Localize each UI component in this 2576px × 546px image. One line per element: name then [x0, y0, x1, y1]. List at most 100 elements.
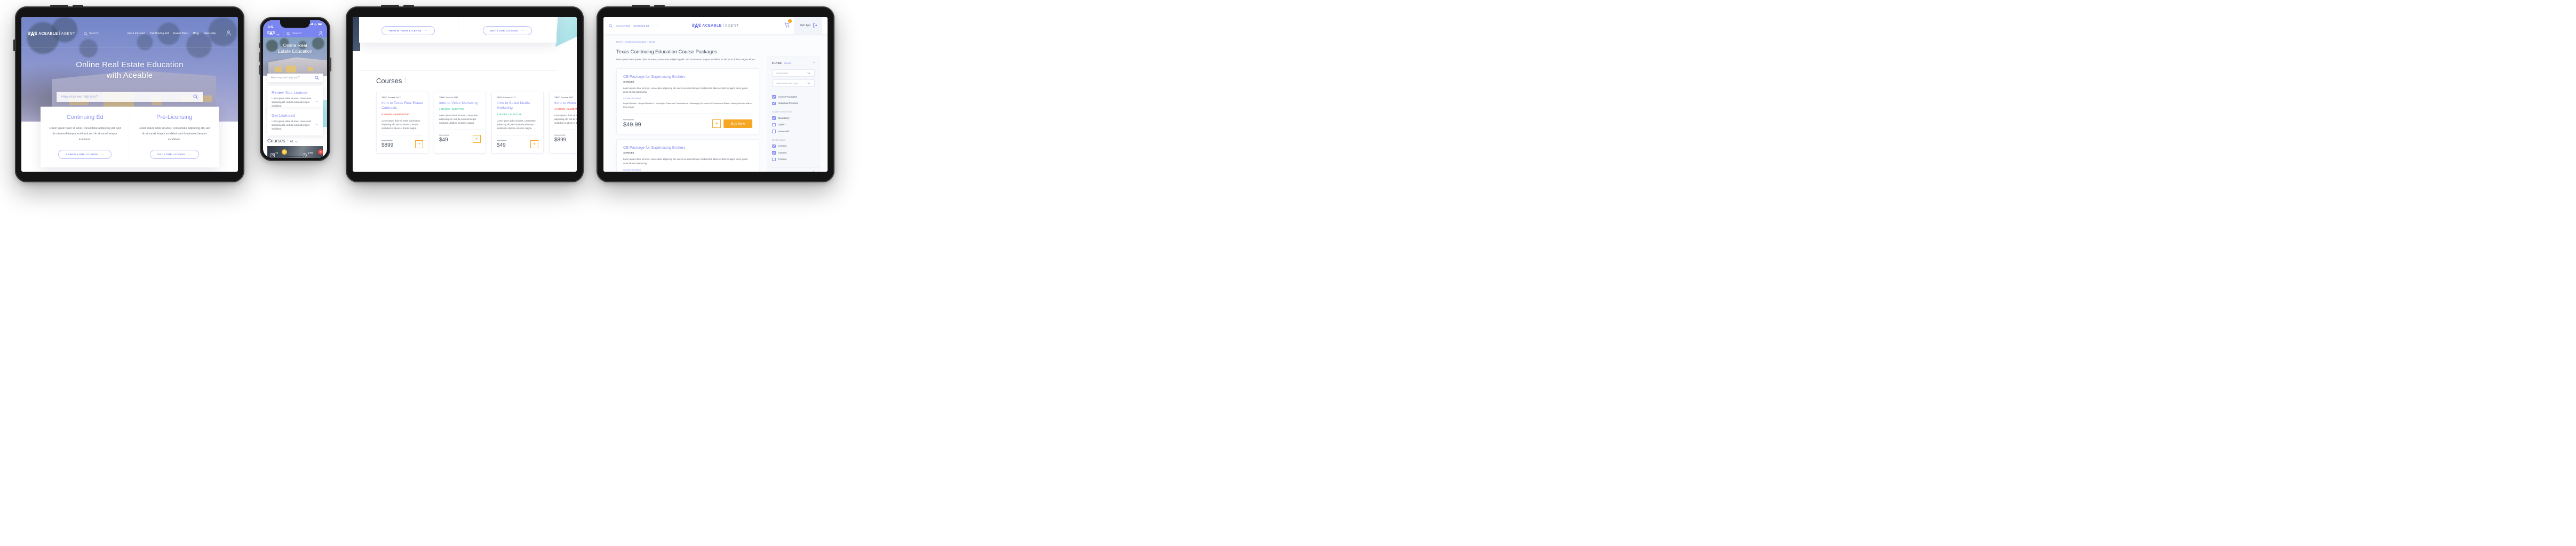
buy-now-button[interactable]: Buy Now [723, 119, 752, 129]
course-card[interactable]: TREC Course #117 Intro to Video Marketin… [434, 92, 486, 154]
checkbox-individual-courses[interactable]: Individual Courses [772, 101, 815, 105]
filter-reset-button[interactable]: Reset [784, 62, 791, 65]
hero-headline: Online Real Estate Education with Aceabl… [76, 60, 184, 81]
course-price: $899 [554, 137, 567, 143]
tablet-device-packages: Get Licensed Continuing Ed ◦ ◦ ◦ ACEABLE… [597, 5, 834, 182]
nav-search[interactable]: Search [84, 29, 99, 38]
search-icon[interactable] [193, 92, 198, 102]
course-title[interactable]: Intro to Video Marketing [554, 101, 577, 106]
tablet-screen: Get Licensed Continuing Ed ◦ ◦ ◦ ACEABLE… [603, 17, 828, 172]
get-license-button[interactable]: GET YOUR LICENSE → [482, 26, 532, 35]
arrow-right-icon: → [100, 152, 105, 156]
breadcrumb-texas[interactable]: Texas [649, 41, 655, 43]
chevron-down-icon[interactable] [276, 29, 280, 38]
user-icon[interactable] [226, 29, 231, 38]
add-to-cart-button[interactable]: + [712, 119, 721, 129]
courses-included-label[interactable]: Courses Included [623, 97, 752, 100]
checkbox-icon[interactable] [772, 95, 776, 99]
add-to-cart-button[interactable]: + [415, 140, 423, 148]
checkbox-3-hours[interactable]: 3 Hours [772, 151, 815, 155]
package-card[interactable]: CE Package for Supervising Brokers 18 HO… [616, 139, 759, 172]
minus-icon[interactable]: – [813, 61, 815, 65]
card-body: Lorem ipsum dolor sit amet, consectetur … [272, 120, 312, 130]
filter-header: FILTER Reset – [772, 61, 815, 65]
section-title: Courses [376, 77, 402, 85]
hero-search-input[interactable]: How may we help you? [57, 92, 203, 102]
card-continuing-ed: Lorem ipsum dolor sit amet, consectetur … [359, 17, 458, 35]
checkbox-icon[interactable] [772, 157, 776, 161]
card-body: Lorem ipsum dolor sit amet, consectetur … [367, 17, 450, 19]
arrow-right-icon: → [424, 29, 428, 33]
courses-filter-value[interactable]: All [290, 140, 293, 143]
package-title[interactable]: CE Package for Supervising Brokers [623, 74, 752, 79]
arrow-right-icon[interactable]: → [315, 100, 319, 103]
brand-logo[interactable]: ACEABLE AGENT [692, 22, 739, 29]
filter-group-credit-hours: Credit Hours [772, 138, 785, 141]
checkbox-icon[interactable] [772, 123, 776, 126]
checkbox-course-packages[interactable]: Course Packages [772, 95, 815, 99]
courses-included-label[interactable]: Courses Included [623, 168, 752, 171]
filter-title: FILTER [772, 62, 782, 65]
checkbox-icon[interactable] [772, 151, 776, 155]
nav-link-continuing-ed[interactable]: Continuing Ed [633, 25, 649, 27]
courses-section-heading: Courses [376, 77, 407, 85]
user-icon[interactable] [319, 29, 323, 38]
select-education-type-dropdown[interactable]: Select education type [772, 79, 815, 87]
course-card[interactable]: TREC Course #117 Intro to Video Marketin… [549, 92, 577, 154]
renew-license-button[interactable]: RENEW YOUR LICENSE → [58, 150, 112, 159]
tile-ce-badge: CE [282, 149, 287, 155]
checkbox-icon[interactable] [772, 101, 776, 105]
checkbox-icon[interactable] [772, 144, 776, 148]
courses-included-list: Legal Update I • Legal Update II • Movin… [623, 102, 753, 109]
course-title[interactable]: Intro to Video Marketing [439, 101, 481, 106]
package-card[interactable]: CE Package for Supervising Brokers 18 HO… [616, 68, 759, 135]
course-card[interactable]: TREC Course #117 Intro to Social Media M… [491, 92, 544, 154]
checkbox-5-hours[interactable]: 5 Hours [772, 157, 815, 161]
course-card[interactable]: TREC Course #117 Intro to Texas Real Est… [376, 92, 428, 154]
nav-link-continuing-ed[interactable]: Continuing Ed [150, 32, 169, 35]
brand-logo[interactable]: ACEABLE AGENT [28, 30, 75, 37]
search-icon[interactable] [315, 73, 319, 83]
get-license-button[interactable]: GET YOUR LICENSE → [149, 150, 199, 159]
nav-link-get-licensed[interactable]: Get Licensed [128, 32, 145, 35]
course-title[interactable]: Intro to Social Media Marketing [497, 101, 538, 111]
mobile-search-input[interactable]: How may we help you? [267, 74, 323, 82]
select-state-dropdown[interactable]: Select state [772, 69, 815, 77]
site-header: Get Licensed Continuing Ed ◦ ◦ ◦ ACEABLE… [603, 17, 828, 34]
breadcrumb-home[interactable]: Home [616, 41, 622, 43]
nav-link-exam-prep[interactable]: Exam Prep [173, 32, 188, 35]
checkbox-non-credit[interactable]: Non-credit [772, 130, 815, 133]
overflow-menu-icon[interactable]: ◦ ◦ ◦ [652, 25, 658, 27]
checkbox-icon[interactable] [772, 130, 776, 133]
tile-mandatory-badge: M [318, 149, 323, 155]
course-title[interactable]: Intro to Texas Real Estate Contracts [381, 101, 423, 111]
checkbox-2-hours[interactable]: 2 Hours [772, 144, 815, 148]
nav-link-get-licensed[interactable]: Get Licensed [616, 25, 630, 27]
chevron-down-icon[interactable] [295, 135, 298, 145]
checkbox-icon[interactable] [772, 116, 776, 120]
package-title[interactable]: CE Package for Supervising Brokers [623, 145, 752, 150]
nav-link-get-help[interactable]: Get Help [204, 32, 216, 35]
aceable-logo-icon[interactable] [267, 29, 275, 38]
cart-button[interactable]: 2 [784, 19, 792, 30]
nav-link-blog[interactable]: Blog [193, 32, 199, 35]
cellular-bars-icon [309, 22, 313, 26]
search-icon[interactable] [609, 21, 613, 30]
search-icon[interactable] [287, 29, 290, 38]
course-price: $899 [381, 142, 394, 148]
phone-notch [280, 20, 310, 28]
checkbox-option[interactable]: Option [772, 123, 815, 126]
add-to-cart-button[interactable]: + [530, 140, 538, 148]
arrow-right-icon[interactable]: → [315, 123, 319, 126]
breadcrumb-continuing-education[interactable]: Continuing Education [625, 41, 646, 43]
web-app-button[interactable]: Web App [793, 17, 822, 34]
checkbox-mandatory[interactable]: Mandatory [772, 116, 815, 120]
tablet-volume-buttons [50, 5, 68, 7]
page-body: Home / Continuing Education / Texas Texas Co… [603, 34, 828, 172]
arrow-right-icon: → [188, 152, 192, 156]
add-to-cart-button[interactable]: + [473, 135, 481, 143]
renew-license-button[interactable]: RENEW YOUR LICENSE → [381, 26, 435, 35]
tablet-volume-buttons [381, 5, 399, 7]
mobile-card-get-licensed[interactable]: Get Licensed Lorem ipsum dolor sit amet,… [267, 109, 323, 136]
course-code: TREC Course #117 [381, 97, 401, 99]
